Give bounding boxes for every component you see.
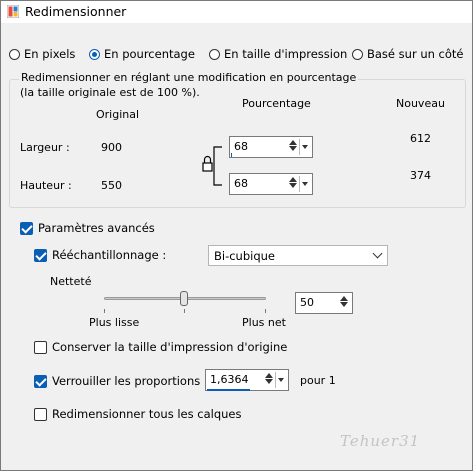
height-new: 374 [410, 169, 431, 182]
width-percent-spinbox[interactable]: 68 [229, 136, 313, 158]
window-title: Redimensionner [25, 4, 127, 19]
group-title: Redimensionner en réglant une modificati… [19, 71, 359, 84]
keep-print-size-label: Conserver la taille d'impression d'origi… [52, 340, 288, 354]
radio-button-selected[interactable] [89, 48, 100, 60]
lock-ratio-label: Verrouiller les proportions : [52, 374, 208, 388]
height-percent-value[interactable]: 68 [234, 177, 248, 190]
spin-arrows[interactable] [288, 176, 298, 192]
slider-min-label: Plus lisse [89, 316, 140, 329]
focus-underline [207, 389, 250, 391]
radio-print-size[interactable]: En taille d'impression [209, 47, 347, 61]
width-new: 612 [410, 132, 431, 145]
radio-pixels-label: En pixels [24, 47, 76, 61]
resize-all-layers-checkbox[interactable]: Redimensionner tous les calques [34, 407, 242, 421]
radio-one-side[interactable]: Basé sur un côté [352, 47, 464, 61]
checkbox-checked[interactable] [34, 248, 47, 262]
radio-button[interactable] [209, 48, 220, 60]
radio-pixels[interactable]: En pixels [9, 47, 75, 61]
height-percent-spinbox[interactable]: 68 [229, 173, 313, 195]
radio-percent-label: En pourcentage [104, 47, 195, 61]
radio-button[interactable] [9, 48, 20, 60]
height-original: 550 [101, 179, 122, 192]
lock-ratio-checkbox[interactable]: Verrouiller les proportions : [34, 374, 208, 388]
app-icon [7, 5, 19, 18]
height-label: Hauteur : [20, 179, 72, 192]
checkbox-checked[interactable] [20, 221, 33, 235]
checkbox-checked[interactable] [34, 374, 47, 388]
sharpness-spinbox[interactable]: 50 [295, 292, 353, 314]
column-original: Original [96, 108, 140, 121]
dropdown-arrow-icon[interactable] [275, 372, 286, 388]
column-new: Nouveau [396, 97, 445, 110]
ratio-spinbox[interactable]: 1,6364 [205, 369, 289, 391]
resample-select[interactable]: Bi-cubique [208, 245, 388, 266]
sharpness-value[interactable]: 50 [300, 296, 314, 309]
radio-button[interactable] [352, 48, 363, 60]
chevron-down-icon[interactable] [372, 248, 383, 259]
slider-tick [104, 309, 105, 313]
chain-lock-icon[interactable] [200, 141, 228, 191]
watermark: Tehuer31 [340, 432, 421, 450]
resize-all-layers-label: Redimensionner tous les calques [52, 407, 242, 421]
dropdown-arrow-icon[interactable] [299, 139, 310, 155]
title-bar: Redimensionner [1, 1, 472, 23]
sharpness-slider-thumb[interactable] [180, 291, 188, 306]
resample-checkbox[interactable]: Rééchantillonnage : [34, 248, 166, 262]
ratio-value[interactable]: 1,6364 [210, 373, 249, 386]
text-cursor [231, 153, 232, 157]
dropdown-arrow-icon[interactable] [299, 176, 310, 192]
radio-print-size-label: En taille d'impression [224, 47, 348, 61]
slider-tick [265, 309, 266, 313]
group-subtitle: (la taille originale est de 100 %). [20, 86, 200, 99]
ratio-suffix: pour 1 [300, 374, 336, 387]
spin-arrows[interactable] [288, 139, 298, 155]
slider-tick [184, 309, 185, 313]
spin-arrows[interactable] [339, 295, 349, 311]
checkbox-unchecked[interactable] [34, 407, 47, 421]
advanced-settings-label: Paramètres avancés [38, 221, 155, 235]
width-label: Largeur : [20, 141, 70, 154]
checkbox-unchecked[interactable] [34, 340, 47, 354]
width-percent-value[interactable]: 68 [234, 140, 248, 153]
advanced-settings-checkbox[interactable]: Paramètres avancés [20, 221, 155, 235]
width-original: 900 [101, 141, 122, 154]
keep-print-size-checkbox[interactable]: Conserver la taille d'impression d'origi… [34, 340, 287, 354]
resample-value: Bi-cubique [214, 249, 276, 263]
sharpness-label: Netteté [50, 275, 92, 288]
slider-max-label: Plus net [242, 316, 286, 329]
radio-one-side-label: Basé sur un côté [367, 47, 464, 61]
column-percent: Pourcentage [242, 97, 311, 110]
radio-percent[interactable]: En pourcentage [89, 47, 195, 61]
resample-label: Rééchantillonnage : [52, 248, 167, 262]
spin-arrows[interactable] [264, 372, 274, 388]
